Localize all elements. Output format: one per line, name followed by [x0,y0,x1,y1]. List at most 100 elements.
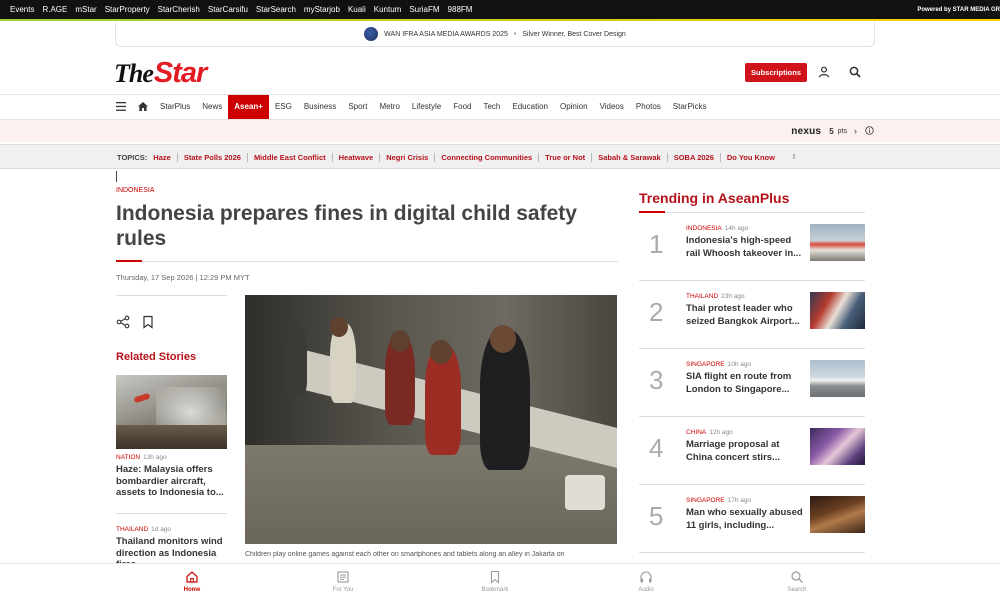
nav-item-education[interactable]: Education [506,95,554,119]
nav-item-news[interactable]: News [196,95,228,119]
user-icon[interactable] [816,64,832,80]
network-link-kuntum[interactable]: Kuntum [374,5,402,14]
network-link-rage[interactable]: R.AGE [42,5,67,14]
site-logo[interactable]: The Star [114,57,207,89]
topic-link[interactable]: Sabah & Sarawak [591,152,667,162]
topic-link[interactable]: Heatwave [331,152,380,162]
article-image-caption: Children play online games against each … [245,551,565,558]
trending-headline[interactable]: Thai protest leader who seized Bangkok A… [686,303,806,328]
related-story-category[interactable]: NATION [116,454,140,461]
trending-time: 23h ago [721,293,745,300]
trending-thumbnail[interactable] [810,360,865,397]
menu-icon[interactable] [114,95,132,119]
network-link-988fm[interactable]: 988FM [448,5,473,14]
topic-link[interactable]: Haze [153,153,177,162]
bottom-nav-audio[interactable]: Audio [616,570,676,593]
nav-item-esg[interactable]: ESG [269,95,298,119]
article-main-image[interactable] [245,295,617,544]
network-link-suriafm[interactable]: SuriaFM [409,5,439,14]
related-story-headline[interactable]: Thailand monitors wind direction as Indo… [116,536,228,563]
trending-category[interactable]: SINGAPORE [686,361,725,368]
trending-category[interactable]: CHINA [686,429,706,436]
network-link-starsearch[interactable]: StarSearch [256,5,296,14]
related-stories-title: Related Stories [116,351,197,363]
nexus-brand: nexus [791,125,822,137]
trending-item[interactable]: 1 INDONESIA 14h ago Indonesia's high-spee… [639,213,865,281]
article-section-tag[interactable]: INDONESIA [116,187,155,194]
trending-thumbnail[interactable] [810,292,865,329]
network-link-starcarsifu[interactable]: StarCarsifu [208,5,248,14]
trending-category[interactable]: INDONESIA [686,225,722,232]
bottom-nav: Home For You Bookmark Audio Search [0,563,1000,600]
bottom-nav-bookmark[interactable]: Bookmark [465,570,525,593]
trending-headline[interactable]: SIA flight en route from London to Singa… [686,371,806,396]
topic-link[interactable]: Connecting Communities [434,152,538,162]
trending-rank: 1 [649,229,664,259]
trending-item[interactable]: 2 THAILAND 23h ago Thai protest leader wh… [639,281,865,349]
topic-link[interactable]: Do You Know [719,152,781,162]
search-icon [791,571,803,583]
related-story-headline[interactable]: Haze: Malaysia offers bombardier aircraf… [116,464,228,499]
trending-category[interactable]: THAILAND [686,293,718,300]
related-story-category[interactable]: THAILAND [116,526,148,533]
home-icon[interactable] [132,95,154,119]
award-separator: • [513,30,517,38]
topic-link[interactable]: Negri Crisis [379,152,434,162]
nav-item-food[interactable]: Food [447,95,477,119]
nav-item-asean[interactable]: Asean+ [228,95,269,119]
bottom-nav-home[interactable]: Home [162,570,222,593]
trending-item[interactable]: 3 SINGAPORE 10h ago SIA flight en route f… [639,349,865,417]
topic-link[interactable]: State Polls 2026 [176,152,247,162]
bottom-nav-for-you[interactable]: For You [313,570,373,593]
bottom-nav-label: Search [787,587,807,593]
search-icon[interactable] [847,64,863,80]
chevron-right-icon: › [854,126,857,136]
nav-item-opinion[interactable]: Opinion [554,95,594,119]
network-link-starcherish[interactable]: StarCherish [158,5,200,14]
topic-link[interactable]: True or Not [538,152,591,162]
top-bar: Events R.AGE mStar StarProperty StarCher… [0,0,1000,19]
trending-headline[interactable]: Indonesia's high-speed rail Whoosh takeo… [686,235,806,260]
trending-rank: 3 [649,365,664,395]
network-link-kuali[interactable]: Kuali [348,5,366,14]
powered-by-label: Powered by STAR MEDIA GR [917,6,1000,13]
nav-item-tech[interactable]: Tech [477,95,506,119]
nav-item-starplus[interactable]: StarPlus [154,95,196,119]
subscriptions-button[interactable]: Subscriptions [745,63,807,82]
topics-bar: TOPICS: Haze State Polls 2026 Middle Eas… [0,144,1000,169]
nav-item-business[interactable]: Business [298,95,342,119]
related-story-image[interactable] [116,375,227,449]
share-icon[interactable] [116,315,130,329]
trending-thumbnail[interactable] [810,224,865,261]
nexus-points[interactable]: nexus 5 pts › [791,120,874,142]
network-link-mstar[interactable]: mStar [75,5,96,14]
topic-link[interactable]: Middle East Conflict [246,152,332,162]
chevron-updown-icon[interactable]: ⇕ [791,153,797,161]
nav-item-sport[interactable]: Sport [342,95,373,119]
trending-headline[interactable]: Man who sexually abused 11 girls, includ… [686,507,806,532]
network-link-starproperty[interactable]: StarProperty [105,5,150,14]
nav-item-videos[interactable]: Videos [594,95,630,119]
bookmark-icon[interactable] [141,315,155,329]
related-story-time: 13h ago [143,454,167,461]
network-link-events[interactable]: Events [10,5,34,14]
award-banner[interactable]: WAN IFRA ASIA MEDIA AWARDS 2025 • Silver… [115,22,875,47]
info-icon[interactable] [865,125,874,137]
nav-item-photos[interactable]: Photos [630,95,667,119]
bookmark-icon [490,570,500,584]
trending-category[interactable]: SINGAPORE [686,497,725,504]
network-link-mystarjob[interactable]: myStarjob [304,5,340,14]
trending-thumbnail[interactable] [810,496,865,533]
trending-item[interactable]: 4 CHINA 12h ago Marriage proposal at Chin… [639,417,865,485]
topic-link[interactable]: SOBA 2026 [666,152,720,162]
nav-item-lifestyle[interactable]: Lifestyle [406,95,447,119]
trending-thumbnail[interactable] [810,428,865,465]
trending-item[interactable]: 5 SINGAPORE 17h ago Man who sexually abus… [639,485,865,553]
main-nav: StarPlus News Asean+ ESG Business Sport … [0,94,1000,120]
bottom-nav-search[interactable]: Search [767,570,827,593]
related-story-meta: NATION 13h ago [116,454,167,461]
trending-headline[interactable]: Marriage proposal at China concert stirs… [686,439,806,464]
nav-item-starpicks[interactable]: StarPicks [667,95,713,119]
award-subtitle: Silver Winner, Best Cover Design [522,30,626,38]
nav-item-metro[interactable]: Metro [373,95,405,119]
